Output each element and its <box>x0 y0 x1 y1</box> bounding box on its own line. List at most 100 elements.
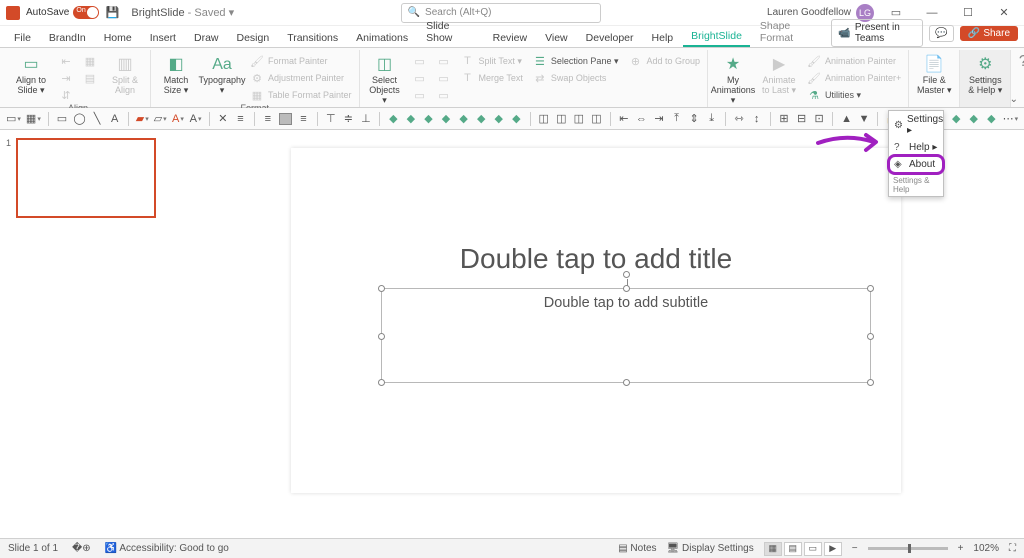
dropdown-settings[interactable]: ⚙Settings ▸ <box>889 111 943 139</box>
align-row3[interactable]: ⇵ <box>56 87 76 103</box>
qat-new-slide[interactable]: ▭ <box>6 111 21 127</box>
sel-21[interactable]: ▭ <box>434 53 454 69</box>
split-align-button[interactable]: ▥Split & Align <box>104 53 146 98</box>
animation-painter-plus-button[interactable]: 🖌Animation Painter+ <box>804 70 904 86</box>
adjustment-painter-button[interactable]: ⚙Adjustment Painter <box>247 70 355 86</box>
qat-sw4[interactable]: ◆ <box>985 111 998 127</box>
qat-font-fill[interactable]: A <box>189 111 202 127</box>
select-objects-button[interactable]: ◫Select Objects ▾ <box>364 53 406 108</box>
tab-shape-format[interactable]: Shape Format <box>752 17 829 47</box>
autosave-toggle[interactable]: AutoSave On <box>26 6 99 19</box>
qat-dist-h[interactable]: ⇿ <box>733 111 746 127</box>
tab-brightslide[interactable]: BrightSlide <box>683 27 750 47</box>
display-settings-button[interactable]: 🖥 Display Settings <box>667 543 754 554</box>
reading-view-button[interactable]: ▭ <box>804 542 822 556</box>
dist-row1[interactable]: ▦ <box>80 53 100 69</box>
notes-button[interactable]: ▤ Notes <box>618 543 656 554</box>
qat-dist-v[interactable]: ↕ <box>750 111 763 127</box>
tab-file[interactable]: File <box>6 29 39 47</box>
qat-send-back[interactable]: ▼ <box>858 111 871 127</box>
animate-to-last-button[interactable]: ▶Animate to Last ▾ <box>758 53 800 98</box>
align-row1[interactable]: ⇤ <box>56 53 76 69</box>
tab-help[interactable]: Help <box>644 29 682 47</box>
tab-draw[interactable]: Draw <box>186 29 227 47</box>
share-button[interactable]: 🔗 Share <box>960 26 1018 41</box>
qat-al5[interactable]: ⇕ <box>688 111 701 127</box>
dist-row2[interactable]: ▤ <box>80 70 100 86</box>
resize-handle[interactable] <box>867 379 874 386</box>
qat-g2[interactable]: ◆ <box>405 111 418 127</box>
resize-handle[interactable] <box>623 285 630 292</box>
zoom-level[interactable]: 102% <box>973 543 999 554</box>
slide[interactable]: Double tap to add title Double tap to ad… <box>291 148 901 493</box>
qat-more[interactable]: ⋯ <box>1003 111 1019 127</box>
qat-line[interactable]: ╲ <box>91 111 104 127</box>
qat-valign-mid[interactable]: ≑ <box>342 111 355 127</box>
tab-insert[interactable]: Insert <box>142 29 184 47</box>
save-icon[interactable]: 💾 <box>105 6 119 20</box>
file-master-button[interactable]: 📄File & Master ▾ <box>913 53 955 98</box>
animation-painter-button[interactable]: 🖌Animation Painter <box>804 53 904 69</box>
table-format-painter-button[interactable]: ▦Table Format Painter <box>247 87 355 103</box>
add-to-group-button[interactable]: ⊕Add to Group <box>625 53 703 69</box>
qat-group[interactable]: ⊞ <box>778 111 791 127</box>
qat-ungroup[interactable]: ⊟ <box>795 111 808 127</box>
qat-textbox[interactable]: A <box>108 111 121 127</box>
swap-objects-button[interactable]: ⇄Swap Objects <box>530 70 622 86</box>
qat-g7[interactable]: ◆ <box>492 111 505 127</box>
match-size-button[interactable]: ◧Match Size ▾ <box>155 53 197 98</box>
qat-sw3[interactable]: ◆ <box>968 111 981 127</box>
typography-button[interactable]: AaTypography ▾ <box>201 53 243 98</box>
qat-g4[interactable]: ◆ <box>440 111 453 127</box>
split-text-button[interactable]: TSplit Text ▾ <box>458 53 526 69</box>
tab-review[interactable]: Review <box>485 29 535 47</box>
qat-arrange2[interactable]: ◫ <box>555 111 568 127</box>
sel-11[interactable]: ▭ <box>410 53 430 69</box>
align-to-slide-button[interactable]: ▭Align to Slide ▾ <box>10 53 52 98</box>
subtitle-placeholder[interactable]: Double tap to add subtitle <box>381 288 871 383</box>
qat-bullets[interactable]: ≡ <box>234 111 247 127</box>
settings-help-button[interactable]: ⚙Settings & Help ▾ <box>964 53 1006 98</box>
qat-sw2[interactable]: ◆ <box>950 111 963 127</box>
qat-al4[interactable]: ⤒ <box>670 111 683 127</box>
my-animations-button[interactable]: ★My Animations ▾ <box>712 53 754 108</box>
merge-text-button[interactable]: TMerge Text <box>458 70 526 86</box>
align-row2[interactable]: ⇥ <box>56 70 76 86</box>
resize-handle[interactable] <box>623 379 630 386</box>
resize-handle[interactable] <box>867 333 874 340</box>
dropdown-about[interactable]: ◈About <box>889 156 943 173</box>
tab-slideshow[interactable]: Slide Show <box>418 17 483 47</box>
qat-g5[interactable]: ◆ <box>457 111 470 127</box>
qat-shape-outline[interactable]: ▱ <box>154 111 167 127</box>
normal-view-button[interactable]: ▦ <box>764 542 782 556</box>
qat-clear[interactable]: ✕ <box>217 111 230 127</box>
qat-al6[interactable]: ⤓ <box>705 111 718 127</box>
tab-transitions[interactable]: Transitions <box>279 29 346 47</box>
qat-al3[interactable]: ⇥ <box>653 111 666 127</box>
fit-to-window-button[interactable]: ⛶ <box>1009 543 1016 554</box>
resize-handle[interactable] <box>378 379 385 386</box>
qat-layout[interactable]: ▦ <box>26 111 41 127</box>
qat-rect[interactable]: ▭ <box>56 111 69 127</box>
qat-al1[interactable]: ⇤ <box>618 111 631 127</box>
qat-shape-fill[interactable]: ▰ <box>136 111 149 127</box>
utilities-button[interactable]: ⚗Utilities ▾ <box>804 87 904 103</box>
sorter-view-button[interactable]: ▤ <box>784 542 802 556</box>
qat-arrange4[interactable]: ◫ <box>590 111 603 127</box>
tab-view[interactable]: View <box>537 29 576 47</box>
resize-handle[interactable] <box>378 333 385 340</box>
qat-font-color[interactable]: A <box>172 111 185 127</box>
accessibility-status[interactable]: ♿ Accessibility: Good to go <box>105 543 229 554</box>
sel-12[interactable]: ▭ <box>410 70 430 86</box>
rotate-handle[interactable] <box>623 271 630 278</box>
comments-button[interactable]: 💬 <box>929 25 953 42</box>
qat-g6[interactable]: ◆ <box>475 111 488 127</box>
title-placeholder[interactable]: Double tap to add title <box>381 243 811 275</box>
subtitle-text[interactable]: Double tap to add subtitle <box>382 289 870 311</box>
format-painter-button[interactable]: 🖌Format Painter <box>247 53 355 69</box>
qat-regroup[interactable]: ⊡ <box>813 111 826 127</box>
qat-align-right[interactable]: ≡ <box>297 111 310 127</box>
sel-23[interactable]: ▭ <box>434 87 454 103</box>
zoom-out-button[interactable]: − <box>852 543 858 554</box>
qat-circle[interactable]: ◯ <box>73 111 86 127</box>
